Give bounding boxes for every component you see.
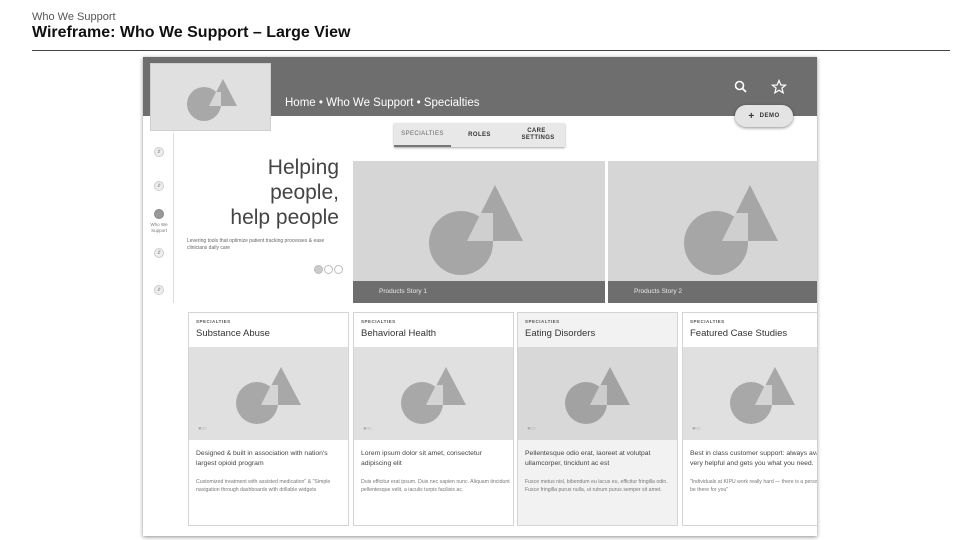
product-story-card-2[interactable]: Products Story 2 [608, 161, 817, 303]
card-kicker: SPECIALTIES [690, 319, 725, 324]
placeholder-image-icon [187, 79, 237, 121]
side-rail: ⇵ ⇵ Who We Support ⇵ ⇵ [143, 133, 174, 303]
product-story-label-1: Products Story 1 [353, 281, 605, 303]
tab-bar: SPECIALTIES ROLES CARE SETTINGS [394, 123, 565, 147]
rail-dot-5[interactable]: ⇵ [154, 285, 164, 295]
demo-button[interactable]: + DEMO [735, 105, 793, 127]
specialty-card-behavioral-health[interactable]: SPECIALTIES Behavioral Health ●○○ Lorem … [353, 312, 514, 526]
carousel-dot[interactable] [324, 265, 333, 274]
card-title: Substance Abuse [196, 328, 270, 339]
slide-header: Who We Support Wireframe: Who We Support… [32, 11, 350, 42]
placeholder-image-icon [236, 367, 301, 424]
card-kicker: SPECIALTIES [361, 319, 396, 324]
demo-button-label: DEMO [759, 113, 780, 119]
card-subtext: Duis efficitur erat ipsum. Duis nec sapi… [361, 479, 510, 493]
placeholder-image-icon [684, 185, 778, 275]
card-subtext: "Individuals at KIPU work really hard — … [690, 479, 817, 493]
slide-kicker: Who We Support [32, 11, 116, 23]
hero-title-line-3: help people [230, 206, 339, 229]
card-title: Behavioral Health [361, 328, 436, 339]
hero-title-line-1: Helping [267, 156, 339, 179]
tab-care-settings-label: CARE SETTINGS [521, 128, 555, 141]
card-body: Best in class customer support: always a… [690, 450, 817, 467]
product-story-card-1[interactable]: Products Story 1 [353, 161, 605, 303]
featured-case-studies-card[interactable]: SPECIALTIES Featured Case Studies ●○○ Be… [682, 312, 817, 526]
card-title: Featured Case Studies [690, 328, 788, 339]
card-image [683, 347, 817, 440]
tab-care-settings[interactable]: CARE SETTINGS [508, 123, 565, 147]
card-carousel-dots[interactable]: ●○○ [363, 426, 372, 432]
rail-dot-who-we-support[interactable] [154, 209, 164, 219]
card-carousel-dots[interactable]: ●○○ [198, 426, 207, 432]
breadcrumb[interactable]: Home • Who We Support • Specialties [285, 97, 479, 109]
card-image [354, 347, 513, 440]
rail-dot-4[interactable]: ⇵ [154, 248, 164, 258]
rail-dot-1[interactable]: ⇵ [154, 147, 164, 157]
plus-icon: + [748, 110, 755, 122]
card-title: Eating Disorders [525, 328, 596, 339]
product-story-label-2: Products Story 2 [608, 281, 817, 303]
tab-specialties[interactable]: SPECIALTIES [394, 123, 451, 147]
placeholder-image-icon [401, 367, 466, 424]
hero-description: Levering tools that optimize patient tra… [187, 238, 325, 251]
carousel-dot-active[interactable] [314, 265, 323, 274]
logo-placeholder[interactable] [150, 63, 271, 131]
card-kicker: SPECIALTIES [196, 319, 231, 324]
specialty-card-eating-disorders[interactable]: SPECIALTIES Eating Disorders ●○○ Pellent… [517, 312, 678, 526]
specialty-card-substance-abuse[interactable]: SPECIALTIES Substance Abuse ●○○ Designed… [188, 312, 349, 526]
star-icon[interactable] [770, 78, 788, 95]
card-subtext: Fusce metus nisl, bibendum eu lacus eu, … [525, 479, 668, 493]
card-carousel-dots[interactable]: ●○○ [692, 426, 701, 432]
card-body: Lorem ipsum dolor sit amet, consectetur … [361, 450, 482, 467]
tab-roles[interactable]: ROLES [451, 123, 508, 147]
wireframe-frame: Home • Who We Support • Specialties + DE… [143, 57, 817, 536]
placeholder-image-icon [565, 367, 630, 424]
rail-dot-2[interactable]: ⇵ [154, 181, 164, 191]
hero-carousel-dots [314, 265, 343, 274]
search-icon[interactable] [733, 79, 749, 95]
card-subtext: Customized treatment with assisted medic… [196, 479, 331, 493]
card-carousel-dots[interactable]: ●○○ [527, 426, 536, 432]
hero-title-line-2: people, [270, 181, 339, 204]
placeholder-image-icon [429, 185, 523, 275]
card-kicker: SPECIALTIES [525, 319, 560, 324]
card-body: Pellentesque odio erat, laoreet at volut… [525, 450, 651, 467]
slide-divider [32, 50, 950, 51]
card-image [518, 347, 677, 440]
slide-title: Wireframe: Who We Support – Large View [32, 24, 351, 41]
rail-label-who-we-support: Who We Support [150, 222, 168, 233]
card-body: Designed & built in association with nat… [196, 450, 328, 467]
card-image [189, 347, 348, 440]
placeholder-image-icon [730, 367, 795, 424]
carousel-dot[interactable] [334, 265, 343, 274]
hero-title: Helping people, help people [183, 155, 339, 230]
